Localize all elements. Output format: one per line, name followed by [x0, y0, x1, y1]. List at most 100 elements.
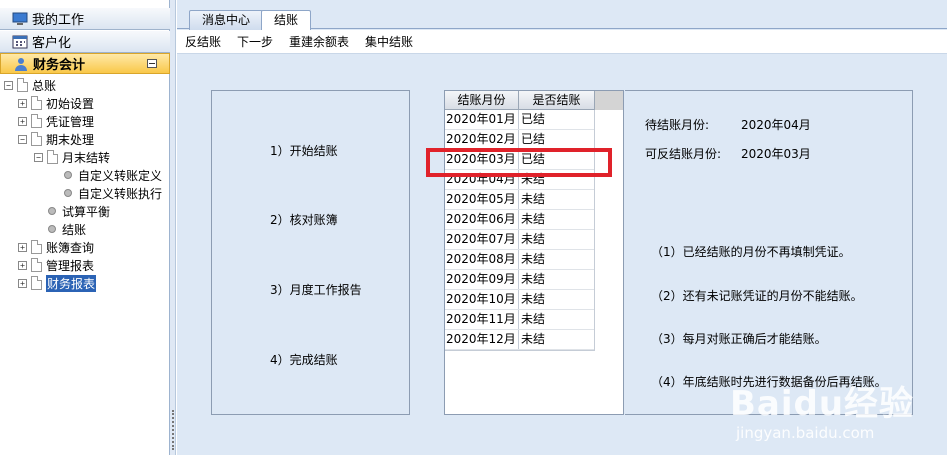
document-icon — [17, 78, 28, 92]
tree-node-label: 凭证管理 — [46, 114, 95, 129]
plus-toggle-icon[interactable]: + — [18, 98, 27, 108]
tree-node-initial-setup[interactable]: + 初始设置 — [18, 94, 94, 112]
collapse-icon[interactable] — [147, 59, 157, 68]
cell-status: 未结 — [521, 292, 546, 306]
close-month-grid: 结账月份 是否结账 2020年01月 已结 2020年02月 已结 2020年03月… — [444, 90, 624, 415]
splitter-grip[interactable] — [172, 410, 174, 450]
table-row[interactable]: 2020年07月 未结 — [445, 230, 594, 250]
plus-toggle-icon[interactable]: + — [18, 278, 27, 288]
minus-toggle-icon[interactable]: − — [4, 80, 13, 90]
tree-node-label: 试算平衡 — [62, 204, 111, 219]
grid-body: 2020年01月 已结 2020年02月 已结 2020年03月 已结 2020年04… — [445, 110, 595, 351]
toolbar: 反结账 下一步 重建余额表 集中结账 — [177, 30, 947, 54]
plus-toggle-icon[interactable]: + — [18, 260, 27, 270]
nav-customize-label: 客户化 — [32, 36, 72, 51]
minus-toggle-icon[interactable]: − — [34, 152, 43, 162]
tree-node-close-account[interactable]: 结账 — [46, 220, 86, 238]
tree-node-custom-transfer-define[interactable]: 自定义转账定义 — [62, 166, 162, 184]
tree-node-month-end-transfer[interactable]: − 月末结转 — [34, 148, 110, 166]
cell-month: 2020年09月 — [445, 270, 519, 289]
document-icon — [31, 240, 42, 254]
rebuild-balance-button[interactable]: 重建余额表 — [289, 33, 349, 50]
tree-node-trial-balance[interactable]: 试算平衡 — [46, 202, 110, 220]
next-step-button[interactable]: 下一步 — [237, 33, 273, 50]
cell-month: 2020年08月 — [445, 250, 519, 269]
table-row[interactable]: 2020年06月 未结 — [445, 210, 594, 230]
main-content: 消息中心 结账 反结账 下一步 重建余额表 集中结账 1）开始结账 2）核对账簿… — [177, 0, 947, 455]
monitor-icon — [12, 12, 28, 26]
tree-node-management-report[interactable]: + 管理报表 — [18, 256, 94, 274]
centralized-close-button[interactable]: 集中结账 — [365, 33, 413, 50]
table-row[interactable]: 2020年01月 已结 — [445, 110, 594, 130]
tree-node-ledger-query[interactable]: + 账簿查询 — [18, 238, 94, 256]
tab-label: 消息中心 — [202, 13, 251, 27]
table-row[interactable]: 2020年02月 已结 — [445, 130, 594, 150]
reversible-month-label: 可反结账月份: — [645, 147, 722, 161]
pending-month-value: 2020年04月 — [741, 118, 811, 132]
tree-node-label: 期末处理 — [46, 132, 95, 147]
cell-month: 2020年11月 — [445, 310, 519, 329]
note-2: （2）还有未记账凭证的月份不能结账。 — [651, 289, 863, 303]
nav-my-work-label: 我的工作 — [32, 13, 85, 28]
tree-node-custom-transfer-execute[interactable]: 自定义转账执行 — [62, 184, 162, 202]
nav-financial-accounting-label: 财务会计 — [33, 58, 86, 73]
reversible-month-value: 2020年03月 — [741, 147, 811, 161]
step-check-ledger: 2）核对账簿 — [270, 213, 338, 227]
table-row[interactable]: 2020年05月 未结 — [445, 190, 594, 210]
cell-status: 未结 — [521, 212, 546, 226]
cell-status: 未结 — [521, 332, 546, 346]
column-header-month[interactable]: 结账月份 — [445, 91, 519, 110]
cell-month: 2020年07月 — [445, 230, 519, 249]
tree-node-financial-report[interactable]: + 财务报表 — [18, 274, 97, 292]
tree-node-voucher-management[interactable]: + 凭证管理 — [18, 112, 94, 130]
bullet-icon — [48, 207, 56, 215]
pending-month-row: 待结账月份: 2020年04月 — [645, 116, 811, 133]
document-icon — [47, 150, 58, 164]
nav-my-work[interactable]: 我的工作 — [0, 8, 170, 30]
grid-corner — [595, 91, 623, 110]
table-row[interactable]: 2020年12月 未结 — [445, 330, 594, 350]
nav-financial-accounting[interactable]: 财务会计 — [0, 53, 170, 74]
cell-month: 2020年01月 — [445, 110, 519, 129]
tree-node-label: 月末结转 — [62, 150, 111, 165]
step-finish-close: 4）完成结账 — [270, 353, 338, 367]
cell-status: 未结 — [521, 252, 546, 266]
table-row[interactable]: 2020年10月 未结 — [445, 290, 594, 310]
tab-message-center[interactable]: 消息中心 — [189, 10, 264, 30]
tab-label: 结账 — [274, 13, 299, 27]
tree-node-label: 账簿查询 — [46, 240, 95, 255]
cell-status: 已结 — [521, 112, 546, 126]
table-row[interactable]: 2020年11月 未结 — [445, 310, 594, 330]
cell-status: 未结 — [521, 312, 546, 326]
tree-node-general-ledger[interactable]: − 总账 — [4, 76, 56, 94]
column-header-closed[interactable]: 是否结账 — [519, 91, 595, 110]
user-icon — [13, 57, 29, 71]
table-row[interactable]: 2020年09月 未结 — [445, 270, 594, 290]
plus-toggle-icon[interactable]: + — [18, 242, 27, 252]
tree-node-period-end[interactable]: − 期末处理 — [18, 130, 94, 148]
cell-status: 未结 — [521, 232, 546, 246]
calendar-grid-icon — [12, 35, 28, 49]
steps-panel: 1）开始结账 2）核对账簿 3）月度工作报告 4）完成结账 — [211, 90, 410, 415]
panel-splitter[interactable] — [170, 0, 176, 455]
minus-toggle-icon[interactable]: − — [18, 134, 27, 144]
bullet-icon — [64, 189, 72, 197]
tab-close-account[interactable]: 结账 — [261, 10, 312, 31]
pending-month-label: 待结账月份: — [645, 118, 710, 132]
tree-node-label: 自定义转账执行 — [78, 186, 163, 201]
tree-node-label: 初始设置 — [46, 96, 95, 111]
cell-month: 2020年10月 — [445, 290, 519, 309]
nav-customize[interactable]: 客户化 — [0, 31, 170, 53]
note-3: （3）每月对账正确后才能结账。 — [651, 332, 827, 346]
highlight-box — [426, 148, 612, 177]
tree-node-label: 管理报表 — [46, 258, 95, 273]
tree-node-label: 自定义转账定义 — [78, 168, 163, 183]
close-info-panel: 待结账月份: 2020年04月 可反结账月份: 2020年03月 （1）已经结账… — [625, 90, 913, 415]
table-row[interactable]: 2020年08月 未结 — [445, 250, 594, 270]
grid-header: 结账月份 是否结账 — [445, 91, 595, 110]
plus-toggle-icon[interactable]: + — [18, 116, 27, 126]
tree-node-label: 总账 — [32, 78, 57, 93]
reverse-close-button[interactable]: 反结账 — [185, 33, 221, 50]
cell-status: 未结 — [521, 272, 546, 286]
note-4: （4）年底结账时先进行数据备份后再结账。 — [651, 375, 887, 389]
